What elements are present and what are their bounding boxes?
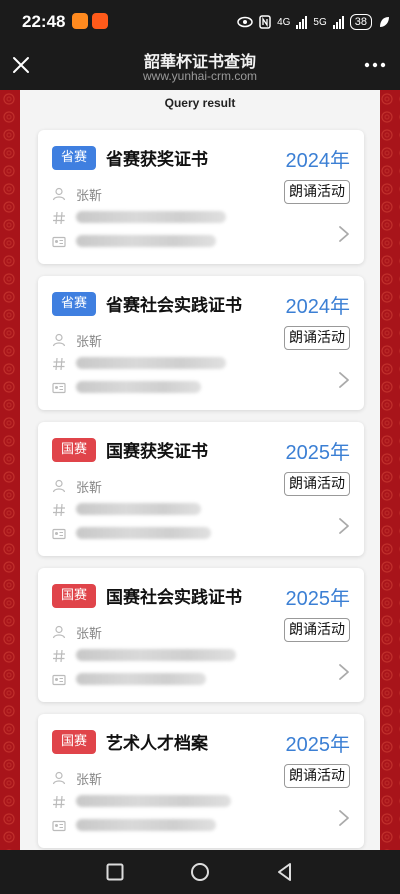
certificate-card[interactable]: 国赛 国赛社会实践证书 2025年张靳 朗诵活动 [38, 568, 364, 702]
more-options-icon[interactable] [362, 56, 388, 74]
certificate-name: 艺术人才档案 [106, 734, 208, 754]
chevron-right-icon[interactable] [338, 225, 350, 243]
certificate-name: 省赛社会实践证书 [106, 296, 242, 316]
redacted-id-number [76, 235, 216, 247]
person-icon [52, 332, 66, 347]
level-badge: 国赛 [52, 438, 96, 462]
activity-label: 朗诵活动 [284, 472, 350, 496]
redacted-id-number [76, 819, 216, 831]
activity-label: 朗诵活动 [284, 180, 350, 204]
level-badge: 国赛 [52, 730, 96, 754]
hash-icon [52, 210, 66, 225]
page-url: www.yunhai-crm.com [142, 69, 258, 83]
activity-label: 朗诵活动 [284, 764, 350, 788]
level-badge: 省赛 [52, 146, 96, 170]
certificate-card[interactable]: 国赛 国赛获奖证书 2025年张靳 朗诵活动 [38, 422, 364, 556]
person-icon [52, 770, 66, 785]
network-type-label: 4G [277, 16, 291, 28]
holder-name: 张靳 [76, 189, 103, 204]
hash-icon [52, 502, 66, 517]
holder-name: 张靳 [76, 773, 103, 788]
network-type-label: 5G [313, 16, 327, 28]
hash-icon [52, 648, 66, 663]
certificate-year: 2024年 [285, 296, 351, 318]
certificate-year: 2024年 [285, 150, 351, 172]
person-icon [52, 478, 66, 493]
redacted-id-number [76, 381, 201, 393]
holder-name: 张靳 [76, 481, 103, 496]
redacted-certificate-number [76, 795, 231, 807]
hash-icon [52, 356, 66, 371]
eye-icon [237, 16, 253, 28]
nfc-icon [259, 15, 271, 29]
id-card-icon [52, 234, 66, 248]
redacted-certificate-number [76, 357, 226, 369]
certificate-name: 省赛获奖证书 [106, 150, 208, 170]
hash-icon [52, 794, 66, 809]
id-card-icon [52, 380, 66, 394]
holder-name: 张靳 [76, 335, 103, 350]
certificate-year: 2025年 [285, 442, 351, 464]
redacted-id-number [76, 527, 211, 539]
app-notification-icon [92, 13, 108, 29]
certificate-card[interactable]: 省赛 省赛社会实践证书 2024年张靳 朗诵活动 [38, 276, 364, 410]
battery-level: 38 [349, 14, 372, 30]
chevron-right-icon[interactable] [338, 517, 350, 535]
home-icon[interactable] [190, 862, 210, 882]
level-badge: 省赛 [52, 292, 96, 316]
system-nav-bar [0, 850, 400, 894]
certificate-name: 国赛获奖证书 [106, 442, 208, 462]
person-icon [52, 624, 66, 639]
activity-label: 朗诵活动 [284, 326, 350, 350]
id-card-icon [52, 526, 66, 540]
query-result-heading: Query result [164, 96, 236, 110]
holder-name: 张靳 [76, 627, 103, 642]
certificate-year: 2025年 [285, 734, 351, 756]
result-panel: Query result 省赛 省赛获奖证书 2024年 张靳 朗诵活动 省赛 省赛社会实践… [20, 90, 380, 850]
recents-icon[interactable] [105, 862, 125, 882]
redacted-certificate-number [76, 503, 201, 515]
redacted-certificate-number [76, 649, 236, 661]
certificate-name: 国赛社会实践证书 [106, 588, 242, 608]
signal-icon [332, 15, 344, 29]
signal-icon [296, 15, 308, 29]
chevron-right-icon[interactable] [338, 809, 350, 827]
chevron-right-icon[interactable] [338, 371, 350, 389]
redacted-id-number [76, 673, 206, 685]
id-card-icon [52, 672, 66, 686]
certificate-card[interactable]: 省赛 省赛获奖证书 2024年张靳 朗诵活动 [38, 130, 364, 264]
activity-label: 朗诵活动 [284, 618, 350, 642]
back-icon[interactable] [275, 862, 295, 882]
status-indicators: 4G 5G 38 [237, 13, 390, 31]
certificate-year: 2025年 [285, 588, 351, 610]
webview-header: 韶華杯证书查询 www.yunhai-crm.com [0, 44, 400, 90]
page-content[interactable]: Query result 省赛 省赛获奖证书 2024年 张靳 朗诵活动 省赛 省赛社会实践… [0, 90, 400, 850]
chevron-right-icon[interactable] [338, 663, 350, 681]
status-bar: 22:48 4G 5G 38 [0, 0, 400, 44]
certificate-card[interactable]: 国赛 艺术人才档案 2025年张靳 朗诵活动 [38, 714, 364, 848]
status-time: 22:48 [22, 12, 66, 31]
redacted-certificate-number [76, 211, 226, 223]
level-badge: 国赛 [52, 584, 96, 608]
leaf-icon [380, 17, 389, 27]
id-card-icon [52, 818, 66, 832]
person-icon [52, 186, 66, 201]
app-notification-icon [72, 13, 88, 29]
